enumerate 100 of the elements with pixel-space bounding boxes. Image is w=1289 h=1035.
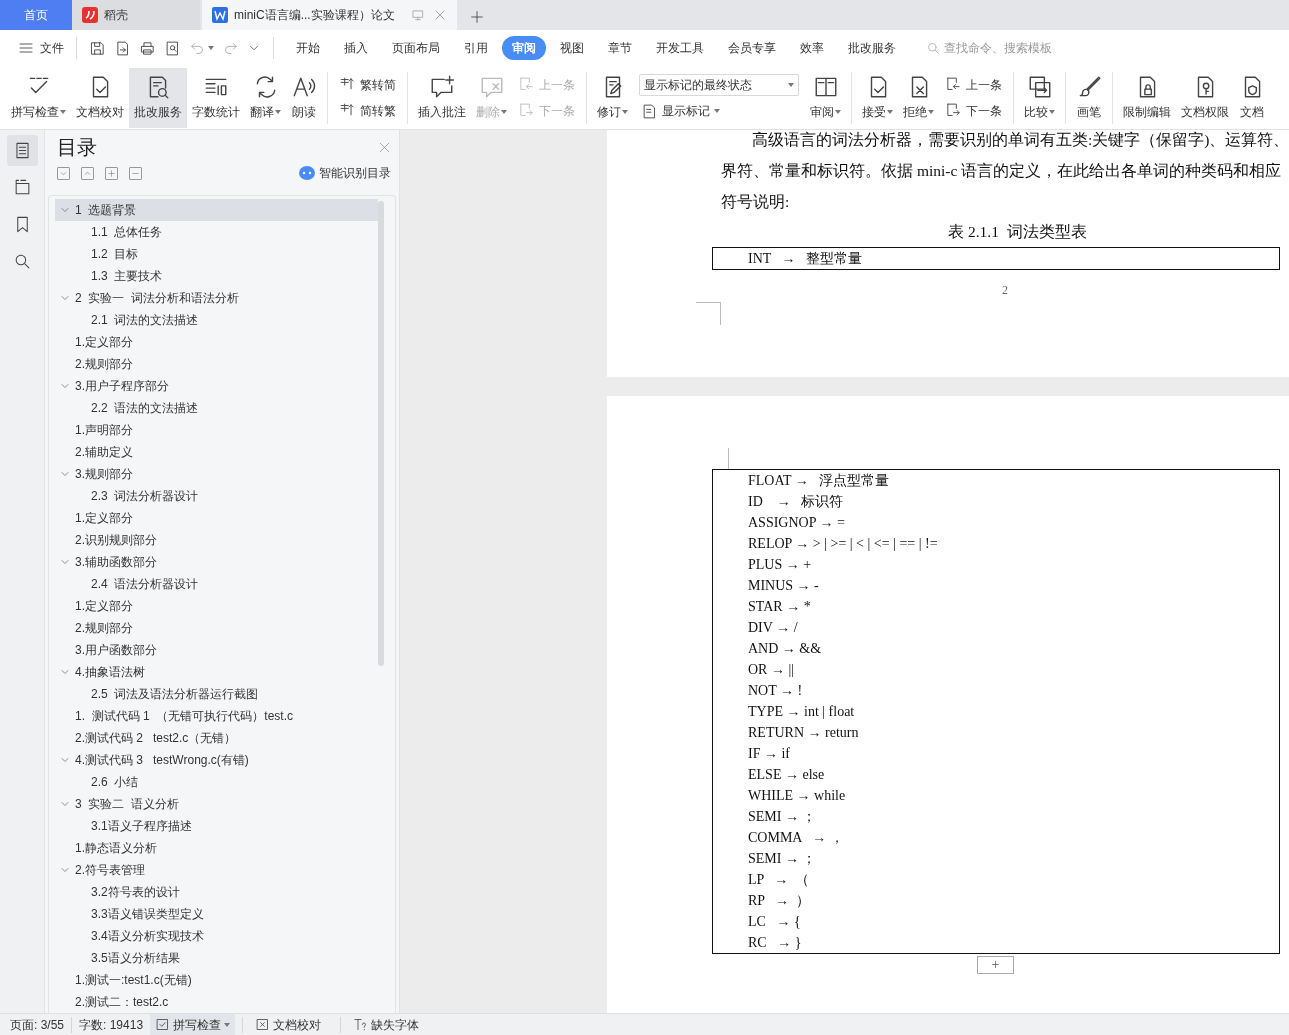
toc-item[interactable]: 3.3语义错误类型定义 [55, 903, 378, 925]
smart-toc-button[interactable]: 智能识别目录 [299, 164, 391, 182]
menu-tab[interactable]: 插入 [334, 36, 378, 60]
toc-item[interactable]: 2.测试二：test2.c [55, 991, 378, 1013]
ribbon-button[interactable]: 限制编辑 [1118, 67, 1176, 128]
toc-item[interactable]: 2.辅助定义 [55, 441, 378, 463]
toc-item[interactable]: 1.2 目标 [55, 243, 378, 265]
toc-item[interactable]: 3.5语义分析结果 [55, 947, 378, 969]
toc-item[interactable]: 2.符号表管理 [55, 859, 378, 881]
toc-item[interactable]: 3.用户子程序部分 [55, 375, 378, 397]
ribbon-button[interactable]: 修订 [592, 67, 633, 128]
markup-dropdown[interactable]: 显示标记的最终状态 [639, 74, 799, 96]
ribbon-button[interactable]: 批改服务 [129, 67, 187, 128]
menu-tab[interactable]: 视图 [550, 36, 594, 60]
spell-check-button[interactable]: 拼写检查 [150, 1014, 236, 1035]
menu-tab[interactable]: 引用 [454, 36, 498, 60]
menu-tab[interactable]: 效率 [790, 36, 834, 60]
ribbon-button[interactable]: 文档 [1234, 67, 1270, 128]
menu-tab[interactable]: 会员专享 [718, 36, 786, 60]
collapse-level-button[interactable] [129, 166, 142, 180]
caret-icon [208, 46, 214, 50]
toc-item[interactable]: 2.2 语法的文法描述 [55, 397, 378, 419]
toc-item[interactable]: 2.识别规则部分 [55, 529, 378, 551]
plus-icon [106, 167, 117, 179]
menu-tab[interactable]: 章节 [598, 36, 642, 60]
missing-fonts-button[interactable]: 缺失字体 [348, 1014, 425, 1035]
toc-item[interactable]: 3.4语义分析实现技术 [55, 925, 378, 947]
ribbon-button[interactable]: 审阅 [805, 67, 846, 128]
toc-item[interactable]: 2 实验一 词法分析和语法分析 [55, 287, 378, 309]
menu-tab[interactable]: 开始 [286, 36, 330, 60]
ribbon-button[interactable]: 比较 [1019, 67, 1060, 128]
proofread-button[interactable]: 文档校对 [250, 1014, 327, 1035]
caret-icon [788, 83, 794, 87]
scrollbar-thumb[interactable] [378, 201, 384, 666]
table-row-text: AND → && [747, 640, 823, 658]
table-row-text: STAR → * [747, 598, 812, 616]
ribbon-button[interactable]: 拼写检查 [6, 67, 71, 128]
ribbon-button[interactable]: 翻译 [245, 67, 286, 128]
table-row-text: PLUS → + [747, 556, 813, 574]
ribbon-button[interactable]: 画笔 [1071, 67, 1107, 128]
toc-item[interactable]: 3 实验二 语义分析 [55, 793, 378, 815]
ribbon-button[interactable]: 下一条 [943, 100, 1004, 121]
toc-item[interactable]: 3.规则部分 [55, 463, 378, 485]
expand-level-button[interactable] [105, 166, 118, 180]
toc-item[interactable]: 3.用户函数部分 [55, 639, 378, 661]
ribbon-button[interactable]: 拒绝 [898, 67, 939, 128]
previous-icon [518, 76, 535, 93]
toc-item[interactable]: 3.辅助函数部分 [55, 551, 378, 573]
caret-icon [1049, 110, 1055, 114]
sidebar-button[interactable] [6, 135, 38, 166]
ribbon-button[interactable]: 简转繁 [337, 100, 398, 121]
ribbon-button[interactable]: 显示标记 [639, 101, 799, 121]
menu-tab[interactable]: 页面布局 [382, 36, 450, 60]
toc-item[interactable]: 2.4 语法分析器设计 [55, 573, 378, 595]
table-row-text: WHILE → while [747, 787, 847, 805]
add-row-button[interactable]: + [977, 956, 1014, 974]
ribbon-button[interactable]: 插入批注 [413, 67, 471, 128]
menu-tab[interactable]: 批改服务 [838, 36, 906, 60]
ribbon-button[interactable]: 朗读 [286, 67, 322, 128]
caret-icon [224, 1022, 231, 1027]
toc-item[interactable]: 2.测试代码 2 test2.c（无错） [55, 727, 378, 749]
toc-item[interactable]: 1.3 主要技术 [55, 265, 378, 287]
toc-item[interactable]: 3.2符号表的设计 [55, 881, 378, 903]
tab[interactable]: 稻壳 [72, 0, 200, 30]
ribbon-button[interactable]: 繁转简 [337, 74, 398, 95]
toc-item[interactable]: 2.5 词法及语法分析器运行截图 [55, 683, 378, 705]
toc-item[interactable]: 1.定义部分 [55, 331, 378, 353]
ribbon-button[interactable]: 接受 [857, 67, 898, 128]
menu-tab[interactable]: 开发工具 [646, 36, 714, 60]
toc-item[interactable]: 1.测试一:test1.c(无错) [55, 969, 378, 991]
toc-item[interactable]: 2.3 词法分析器设计 [55, 485, 378, 507]
ribbon-button[interactable]: 上一条 [943, 74, 1004, 95]
ribbon-button[interactable]: 字数统计 [187, 67, 245, 128]
toc-item[interactable]: 1.静态语义分析 [55, 837, 378, 859]
toc-item[interactable]: 1.声明部分 [55, 419, 378, 441]
toc-item[interactable]: 2.1 词法的文法描述 [55, 309, 378, 331]
toc-item[interactable]: 2.6 小结 [55, 771, 378, 793]
tab[interactable]: miniC语言编...实验课程）论文 [202, 0, 457, 30]
file-menu[interactable]: 文件 [14, 37, 68, 59]
toc-item[interactable]: 1 选题背景 [55, 199, 378, 221]
toc-item[interactable]: 2.规则部分 [55, 353, 378, 375]
table-row-text: LP → （ [747, 871, 811, 889]
toc-item[interactable]: 1. 测试代码 1 （无错可执行代码）test.c [55, 705, 378, 727]
expand-all-button[interactable] [57, 166, 70, 180]
caret-icon [501, 110, 507, 114]
toc-item[interactable]: 3.1语义子程序描述 [55, 815, 378, 837]
table-row-text: RETURN → return [747, 724, 860, 742]
collapse-all-button[interactable] [81, 166, 94, 180]
table-row-text: DIV → / [747, 619, 799, 637]
table-row-text: MINUS → - [747, 577, 820, 595]
close-icon [433, 8, 447, 22]
toc-item[interactable]: 4.抽象语法树 [55, 661, 378, 683]
toc-item[interactable]: 1.定义部分 [55, 507, 378, 529]
ribbon-button[interactable]: 文档校对 [71, 67, 129, 128]
tab[interactable]: 首页 [0, 0, 72, 30]
ribbon-button[interactable]: 文档权限 [1176, 67, 1234, 128]
toc-item[interactable]: 1.1 总体任务 [55, 221, 378, 243]
toc-item[interactable]: 1.定义部分 [55, 595, 378, 617]
toc-item[interactable]: 4.测试代码 3 testWrong.c(有错) [55, 749, 378, 771]
toc-item[interactable]: 2.规则部分 [55, 617, 378, 639]
